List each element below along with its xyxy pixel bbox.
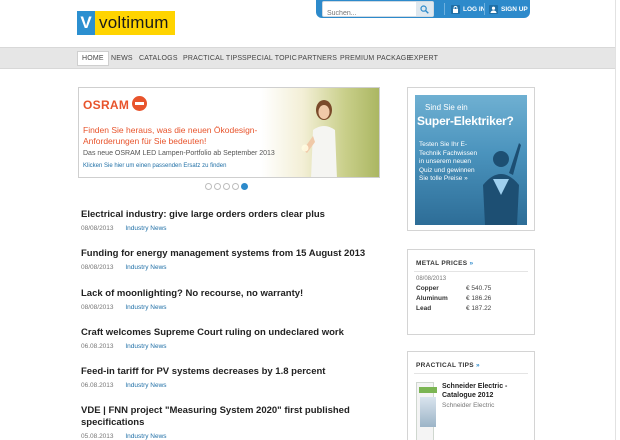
chevron-right-icon: » [469,260,474,267]
news-date: 08/08/2013 [81,264,114,271]
news-meta: 05.08.2013 Industry News [81,433,381,440]
ad-body: Testen Sie Ihr E-Technik Fachwissen in u… [419,141,478,182]
metal-prices-title-text: METAL PRICES [416,260,468,267]
quiz-ad-image: Sind Sie ein Super-Elektriker? Testen Si… [415,95,527,225]
search-box [322,1,434,21]
slider-dots [205,183,248,190]
news-category[interactable]: Industry News [125,304,166,311]
ad-line1: Sind Sie ein [425,103,468,112]
logo-text: voltimum [95,11,175,35]
news-title[interactable]: Craft welcomes Supreme Court ruling on u… [81,327,381,339]
practical-tips-box: PRACTICAL TIPS » Schneider Electric - Ca… [407,351,535,440]
news-date: 08/08/2013 [81,225,114,232]
practical-tip-source: Schneider Electric [442,402,495,409]
slider-dot-active[interactable] [241,183,248,190]
slider-dot[interactable] [223,183,230,190]
news-date: 05.08.2013 [81,433,114,440]
search-input[interactable] [323,6,415,21]
news-item: Lack of moonlighting? No recourse, no wa… [81,288,381,311]
slider-dot[interactable] [205,183,212,190]
nav-catalogs[interactable]: CATALOGS [139,52,178,65]
topbar-separator [484,3,485,15]
practical-tips-title-text: PRACTICAL TIPS [416,362,474,369]
ad-line2: Super-Elektriker? [417,114,514,128]
metal-price-row: Aluminum € 186.26 [408,295,534,302]
news-date: 06.08.2013 [81,382,114,389]
metal-prices-title[interactable]: METAL PRICES » [408,250,534,267]
news-category[interactable]: Industry News [125,264,166,271]
news-item: Electrical industry: give large orders o… [81,209,381,232]
news-item: Funding for energy management systems fr… [81,248,381,271]
chevron-right-icon: » [476,362,480,369]
lock-icon [451,4,460,14]
news-category[interactable]: Industry News [125,382,166,389]
metal-prices-box: METAL PRICES » 08/08/2013 Copper € 540.7… [407,249,535,335]
metal-prices-date: 08/08/2013 [414,271,528,282]
practical-tip-item[interactable]: Schneider Electric - Catalogue 2012 Schn… [414,373,528,440]
slider-dot[interactable] [232,183,239,190]
banner-photo [301,100,337,177]
news-category[interactable]: Industry News [125,433,166,440]
voltimum-logo[interactable]: V voltimum [77,11,175,35]
metal-price-row: Lead € 187.22 [408,305,534,312]
nav-home[interactable]: HOME [77,51,109,66]
news-meta: 06.08.2013 Industry News [81,382,381,389]
metal-value: € 187.22 [466,305,492,312]
news-date: 08/08/2013 [81,304,114,311]
signup-link[interactable]: SIGN UP [489,3,528,15]
metal-name: Aluminum [416,295,448,302]
login-label: LOG IN [463,5,486,13]
login-link[interactable]: LOG IN [451,3,485,15]
banner-subline: Das neue OSRAM LED Lampen-Portfolio ab S… [83,150,275,157]
news-title[interactable]: Lack of moonlighting? No recourse, no wa… [81,288,381,300]
news-meta: 08/08/2013 Industry News [81,225,381,232]
nav-practical-tips[interactable]: PRACTICAL TIPS [183,52,242,65]
search-icon [420,5,429,14]
practical-tip-title[interactable]: Schneider Electric - Catalogue 2012 [442,382,522,400]
nav-partners[interactable]: PARTNERS [298,52,337,65]
news-item: VDE | FNN project "Measuring System 2020… [81,405,381,440]
metal-value: € 540.75 [466,285,492,292]
practical-tips-title[interactable]: PRACTICAL TIPS » [408,352,534,369]
news-category[interactable]: Industry News [125,343,166,350]
news-meta: 08/08/2013 Industry News [81,264,381,271]
superhero-illustration [483,143,521,225]
right-border [615,0,616,440]
user-icon [489,4,498,14]
logo-mark: V [77,11,95,35]
nav-expert[interactable]: EXPERT [409,52,438,65]
news-meta: 08/08/2013 Industry News [81,304,381,311]
news-date: 06.08.2013 [81,343,114,350]
news-title[interactable]: Feed-in tariff for PV systems decreases … [81,366,381,378]
nav-premium-package[interactable]: PREMIUM PACKAGE [340,52,411,65]
news-title[interactable]: VDE | FNN project "Measuring System 2020… [81,405,381,429]
slider-dot[interactable] [214,183,221,190]
news-category[interactable]: Industry News [125,225,166,232]
osram-logo [132,96,147,111]
news-item: Feed-in tariff for PV systems decreases … [81,366,381,389]
banner-link[interactable]: Klicken Sie hier um einen passenden Ersa… [83,163,226,169]
osram-brand: OSRAM [83,98,130,112]
news-item: Craft welcomes Supreme Court ruling on u… [81,327,381,350]
search-button[interactable] [416,2,433,16]
topbar-separator [444,3,445,15]
metal-value: € 186.26 [466,295,492,302]
quiz-ad[interactable]: Sind Sie ein Super-Elektriker? Testen Si… [407,87,535,231]
nav-special-topic[interactable]: SPECIAL TOPIC [242,52,297,65]
catalog-cover-thumbnail [416,382,437,440]
metal-name: Lead [416,305,432,312]
nav-news[interactable]: NEWS [111,52,133,65]
promo-banner[interactable]: OSRAM Finden Sie heraus, was die neuen Ö… [78,87,380,178]
metal-name: Copper [416,285,439,292]
news-title[interactable]: Electrical industry: give large orders o… [81,209,381,221]
main-nav: HOME NEWS CATALOGS PRACTICAL TIPS SPECIA… [0,47,615,69]
news-title[interactable]: Funding for energy management systems fr… [81,248,381,260]
news-meta: 06.08.2013 Industry News [81,343,381,350]
banner-headline: Finden Sie heraus, was die neuen Ökodesi… [83,125,258,146]
practical-tip-text: Schneider Electric - Catalogue 2012 Schn… [442,382,522,440]
signup-label: SIGN UP [501,5,528,13]
metal-price-row: Copper € 540.75 [408,285,534,292]
